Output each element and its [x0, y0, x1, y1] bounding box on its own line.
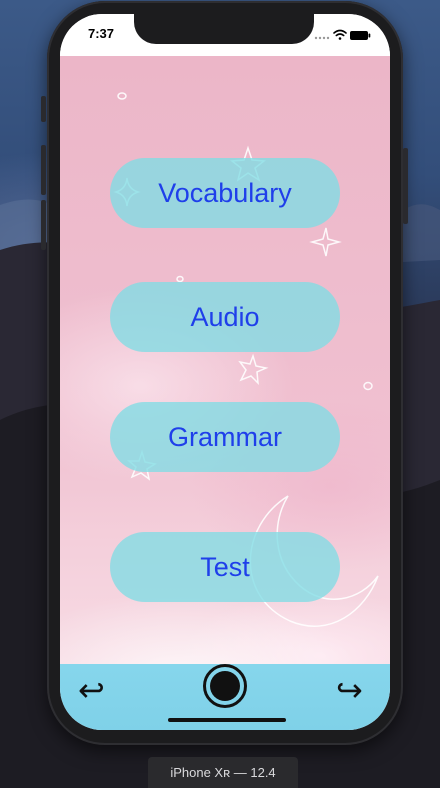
redo-arrow-icon[interactable]: ↪	[336, 674, 363, 706]
star-icon	[309, 227, 342, 257]
home-indicator[interactable]	[168, 718, 286, 722]
status-icons	[314, 29, 371, 40]
grammar-button-label: Grammar	[168, 421, 282, 452]
app-background: Vocabulary Audio Grammar Test	[60, 56, 390, 664]
silent-switch	[41, 96, 46, 122]
test-button-label: Test	[200, 551, 250, 582]
home-button-center	[210, 671, 240, 701]
volume-up-button	[41, 145, 46, 195]
audio-button[interactable]: Audio	[110, 282, 340, 352]
simulator-device-label: iPhone Xʀ — 12.4	[148, 757, 298, 788]
small-circle-icon	[363, 381, 373, 391]
status-bar: 7:37	[60, 14, 390, 56]
volume-down-button	[41, 200, 46, 250]
home-button-icon[interactable]	[203, 664, 247, 708]
signal-icon	[314, 36, 330, 40]
status-time: 7:37	[88, 26, 115, 41]
phone-screen: 7:37 Vocabulary Audio Grammar Test ↩ ↪	[60, 14, 390, 730]
bottom-toolbar: ↩ ↪	[60, 664, 390, 730]
power-button	[403, 148, 408, 224]
small-circle-icon	[176, 275, 184, 283]
test-button[interactable]: Test	[110, 532, 340, 602]
audio-button-label: Audio	[190, 301, 260, 332]
wifi-icon	[333, 29, 347, 40]
vocabulary-button-label: Vocabulary	[158, 177, 292, 208]
grammar-button[interactable]: Grammar	[110, 402, 340, 472]
vocabulary-button[interactable]: Vocabulary	[110, 158, 340, 228]
battery-icon	[350, 31, 371, 40]
notch	[134, 14, 314, 44]
star-icon	[238, 353, 269, 385]
small-circle-icon	[117, 92, 127, 100]
undo-arrow-icon[interactable]: ↩	[78, 674, 105, 706]
